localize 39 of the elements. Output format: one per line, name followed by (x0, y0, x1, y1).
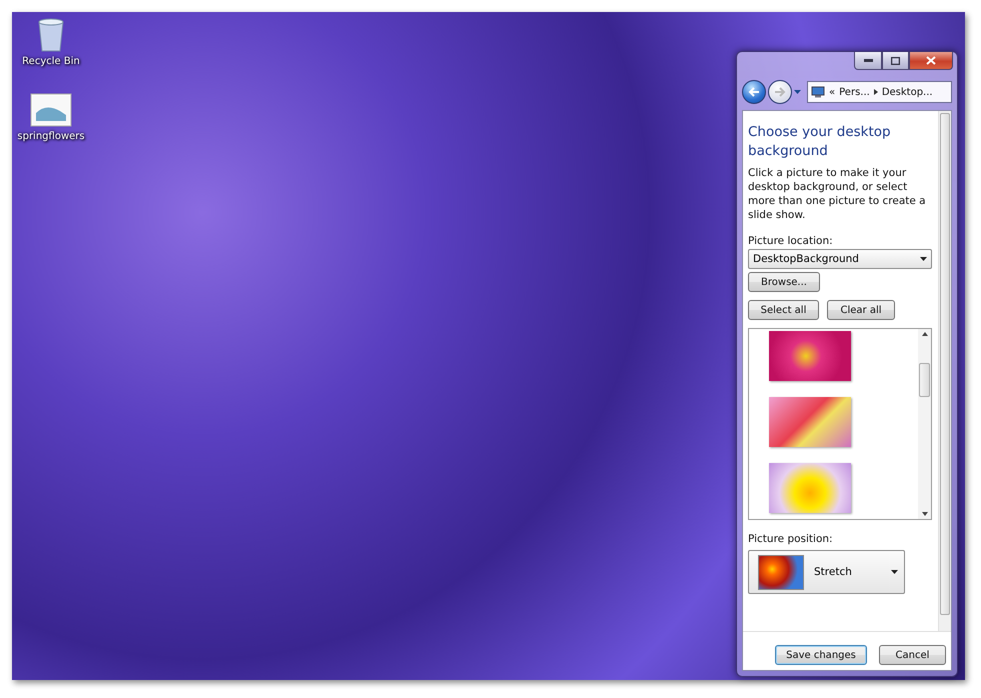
picture-position-dropdown[interactable]: Stretch (748, 550, 905, 594)
caret-icon (891, 570, 898, 574)
page-heading: Choose your desktop background (748, 123, 892, 161)
select-all-button[interactable]: Select all (748, 300, 819, 320)
picture-location-dropdown[interactable]: DesktopBackground (748, 249, 932, 269)
photo-placeholder[interactable] (769, 331, 851, 381)
list-scrollbar[interactable] (918, 329, 931, 519)
close-button[interactable] (909, 52, 953, 70)
photo-placeholder[interactable] (769, 397, 851, 447)
picture-location-label: Picture location: (748, 235, 834, 247)
close-icon (926, 56, 936, 65)
breadcrumb-overflow[interactable]: « (829, 86, 836, 98)
panel-scrollbar[interactable] (938, 111, 951, 631)
image-file-icon (30, 93, 72, 127)
address-bar[interactable]: « Pers... Desktop... (807, 81, 952, 103)
browse-button[interactable]: Browse... (748, 272, 820, 292)
maximize-icon (891, 56, 900, 64)
clear-all-button[interactable]: Clear all (827, 300, 895, 320)
desktop-icon-label[interactable]: springflowers (17, 131, 85, 142)
desktop-icon-label[interactable]: Recycle Bin (22, 56, 80, 67)
back-arrow-icon (748, 87, 760, 97)
breadcrumb-item[interactable]: Pers... (839, 86, 870, 98)
dialog-button[interactable]: Save changes (775, 645, 867, 665)
breadcrumb-item[interactable]: Desktop... (882, 86, 933, 98)
recycle-bin-icon (36, 18, 66, 52)
caret-icon (920, 257, 927, 261)
back-button[interactable] (742, 80, 766, 104)
picture-position-label: Picture position: (748, 533, 834, 545)
dialog-button[interactable]: Cancel (879, 645, 946, 665)
forward-arrow-icon (774, 87, 786, 97)
breadcrumb-separator-icon[interactable] (874, 89, 878, 95)
maximize-button[interactable] (882, 52, 909, 70)
minimize-button[interactable] (854, 52, 882, 70)
monitor-icon (811, 86, 825, 98)
photo-placeholder (758, 554, 804, 590)
forward-button[interactable] (768, 80, 792, 104)
description-text: Click a picture to make it your desktop background, or select more than one picture to create a slide show. (748, 166, 927, 222)
dropdown-arrow-icon[interactable] (794, 90, 801, 94)
minimize-icon (864, 59, 872, 62)
